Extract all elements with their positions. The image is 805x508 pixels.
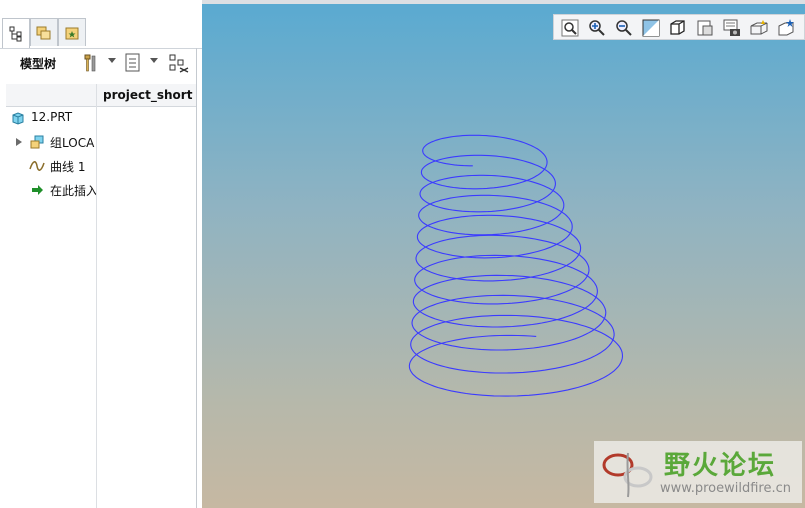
watermark-title: 野火论坛: [664, 451, 777, 481]
zoom-out-icon[interactable]: [613, 17, 635, 39]
column-project-short-header[interactable]: project_short: [103, 88, 192, 102]
repaint-icon[interactable]: [640, 17, 662, 39]
tree-item-label: 12.PRT: [31, 110, 73, 124]
panel-right-border: [196, 48, 197, 508]
expand-arrow-icon[interactable]: [16, 138, 22, 146]
butterfly-logo-icon: [602, 452, 653, 498]
helix-curve-path[interactable]: [408, 134, 624, 397]
tree-item-insert-here[interactable]: 在此插入: [0, 180, 96, 200]
folders-icon: [36, 26, 51, 39]
graphics-window[interactable]: 野火论坛 www.proewildfire.cn: [202, 4, 805, 508]
columns-dropdown-arrow[interactable]: [150, 58, 158, 63]
spin-center-icon[interactable]: [775, 17, 797, 39]
helix-curve[interactable]: [202, 4, 805, 508]
favorites-tab[interactable]: [58, 18, 86, 46]
tree-item-label: 在此插入: [50, 184, 96, 198]
refit-icon[interactable]: [559, 17, 581, 39]
model-tree-title: 模型树: [20, 57, 57, 71]
view-manager-icon[interactable]: [721, 17, 743, 39]
tree-item-group[interactable]: 组LOCA: [0, 132, 96, 152]
group-icon: [30, 135, 44, 149]
tree-columns-icon[interactable]: [122, 52, 144, 74]
column-name-header[interactable]: [6, 84, 96, 106]
settings-dropdown-arrow[interactable]: [108, 58, 116, 63]
view-toolbar: [553, 14, 805, 40]
filter-show-icon[interactable]: [168, 52, 190, 74]
curve-icon: [29, 161, 45, 171]
part-icon: [12, 112, 24, 125]
folder-browser-tab[interactable]: [30, 18, 58, 46]
watermark-url: www.proewildfire.cn: [660, 481, 791, 496]
tree-item-label: 组LOCA: [50, 136, 95, 150]
saved-views-icon[interactable]: [694, 17, 716, 39]
tree-column-header: project_short: [6, 84, 196, 107]
display-style-icon[interactable]: [667, 17, 689, 39]
tree-item-curve[interactable]: 曲线 1: [0, 156, 96, 176]
datum-display-icon[interactable]: [748, 17, 770, 39]
watermark: 野火论坛 www.proewildfire.cn: [594, 441, 802, 503]
navigator-panel: 模型树 project_short 12.PRT 组LOCA 曲线 1 在此插入: [0, 0, 202, 508]
navigator-tabs: [0, 18, 202, 48]
settings-tools-icon[interactable]: [80, 52, 102, 74]
tree-icon: [9, 26, 22, 41]
column-divider[interactable]: [96, 84, 97, 508]
model-tree-tab[interactable]: [2, 18, 30, 48]
tree-item-label: 曲线 1: [50, 160, 86, 174]
tree-item-part[interactable]: 12.PRT: [0, 108, 96, 128]
model-tree-toolbar: 模型树: [0, 48, 202, 79]
zoom-in-icon[interactable]: [586, 17, 608, 39]
insert-here-icon: [32, 185, 43, 195]
favorites-icon: [65, 27, 79, 39]
